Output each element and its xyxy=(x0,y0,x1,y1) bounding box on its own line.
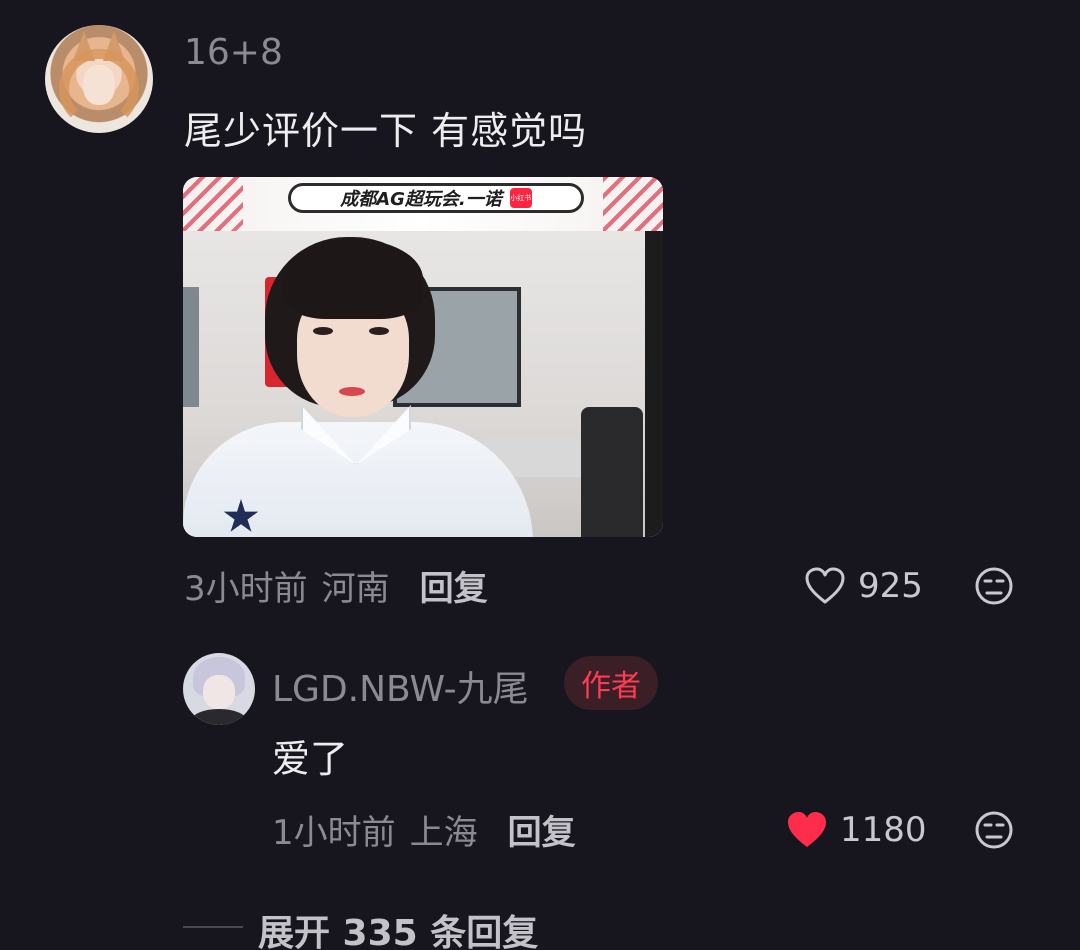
heart-outline-icon xyxy=(805,567,845,604)
author-badge: 作者 xyxy=(564,656,658,710)
reply-meta: 1小时前 上海 回复 xyxy=(272,805,576,854)
reply-username[interactable]: LGD.NBW-九尾 xyxy=(272,660,529,712)
dislike-face-icon[interactable] xyxy=(974,810,1014,850)
reply-text: 爱了 xyxy=(272,737,349,781)
comment-meta: 3小时前 河南 回复 xyxy=(184,561,488,610)
reply-button[interactable]: 回复 xyxy=(420,561,488,610)
reply-like-count: 1180 xyxy=(840,810,927,850)
comment-location: 河南 xyxy=(321,568,390,609)
reply-reply-button[interactable]: 回复 xyxy=(508,805,576,854)
reply-time: 1小时前 xyxy=(272,812,396,853)
expand-replies-button[interactable]: 展开 335 条回复 xyxy=(258,904,538,950)
comment-text: 尾少评价一下 有感觉吗 xyxy=(184,109,588,153)
reply-avatar[interactable] xyxy=(183,653,255,725)
reply-location: 上海 xyxy=(409,812,478,853)
expand-divider xyxy=(183,926,243,928)
avatar[interactable] xyxy=(45,25,153,133)
image-banner-logo: 小红书 xyxy=(509,188,532,208)
reply-like-button[interactable]: 1180 xyxy=(786,807,927,853)
comment-time: 3小时前 xyxy=(184,568,308,609)
dislike-face-icon[interactable] xyxy=(974,566,1014,606)
comment-thread: 16+8 尾少评价一下 有感觉吗 成都AG超玩会.一诺 小红书 3小时前 河南 … xyxy=(0,0,1080,950)
comment-image[interactable]: 成都AG超玩会.一诺 小红书 xyxy=(183,177,663,537)
like-button[interactable]: 925 xyxy=(804,563,923,609)
comment-username[interactable]: 16+8 xyxy=(184,32,283,73)
heart-filled-icon xyxy=(788,812,826,847)
image-banner: 成都AG超玩会.一诺 小红书 xyxy=(183,177,663,231)
like-count: 925 xyxy=(858,566,923,606)
image-banner-text: 成都AG超玩会.一诺 xyxy=(340,189,502,210)
